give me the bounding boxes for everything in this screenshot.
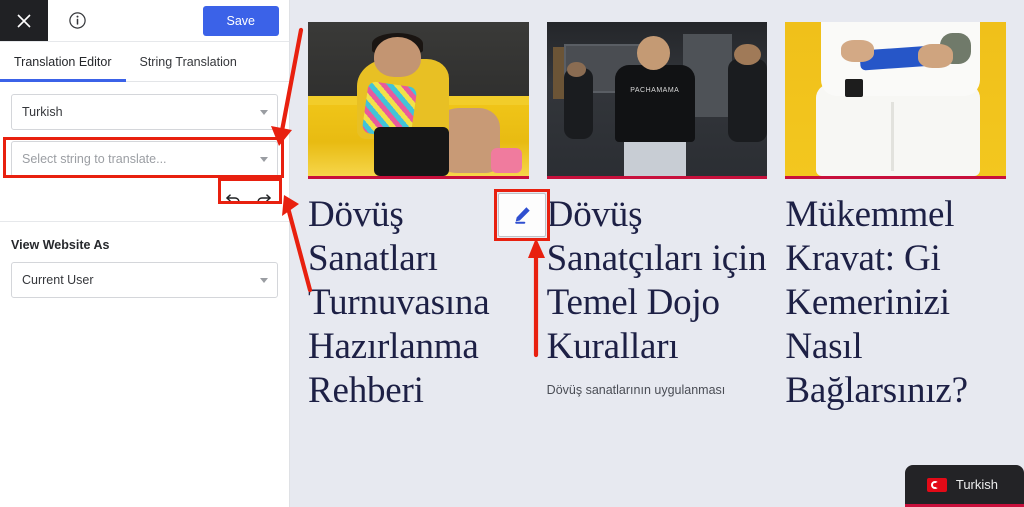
- close-button[interactable]: [0, 0, 48, 41]
- post-title[interactable]: Dövüş Sanatları Turnuvasına Hazırlanma R…: [308, 193, 529, 413]
- language-switcher[interactable]: Turkish: [904, 465, 1024, 507]
- website-preview: Dövüş Sanatları Turnuvasına Hazırlanma R…: [290, 0, 1024, 507]
- tab-translation-editor[interactable]: Translation Editor: [0, 42, 126, 82]
- post-image-1: [308, 22, 529, 179]
- language-switcher-label: Turkish: [955, 477, 998, 492]
- string-select[interactable]: Select string to translate...: [11, 141, 278, 177]
- post-title[interactable]: Dövüş Sanatçıları için Temel Dojo Kurall…: [547, 193, 768, 369]
- view-as-select[interactable]: Current User: [11, 262, 278, 298]
- language-select-value: Turkish: [22, 105, 63, 119]
- post-excerpt: Dövüş sanatlarının uygulanması: [546, 383, 726, 398]
- tshirt-text: PACHAMAMA: [630, 86, 680, 94]
- redo-arrow-icon: [256, 193, 271, 203]
- post-card[interactable]: Mükemmel Kravat: Gi Kemerinizi Nasıl Bağ…: [785, 22, 1007, 507]
- info-button-wrap: [48, 0, 203, 41]
- undo-redo-group: [0, 185, 289, 211]
- post-card-list: Dövüş Sanatları Turnuvasına Hazırlanma R…: [308, 22, 1007, 507]
- save-button[interactable]: Save: [202, 5, 279, 36]
- post-title[interactable]: Mükemmel Kravat: Gi Kemerinizi Nasıl Bağ…: [785, 193, 1006, 413]
- chevron-down-icon: [260, 156, 268, 162]
- undo-arrow-icon: [225, 193, 240, 203]
- translation-sidebar: Save Translation Editor String Translati…: [0, 0, 290, 507]
- translation-editor-app: Save Translation Editor String Translati…: [0, 0, 1024, 507]
- tab-string-translation[interactable]: String Translation: [126, 42, 251, 81]
- close-icon: [17, 13, 31, 28]
- post-image-2: PACHAMAMA: [546, 22, 768, 179]
- redo-button[interactable]: [248, 185, 278, 211]
- string-select-placeholder: Select string to translate...: [22, 152, 167, 166]
- undo-button[interactable]: [218, 185, 248, 211]
- sidebar-body: Turkish Select string to translate...: [0, 82, 289, 177]
- post-card[interactable]: Dövüş Sanatları Turnuvasına Hazırlanma R…: [308, 22, 529, 507]
- language-select[interactable]: Turkish: [11, 94, 278, 130]
- pencil-edit-icon: [515, 207, 530, 224]
- chevron-down-icon: [260, 277, 268, 283]
- chevron-down-icon: [260, 109, 268, 115]
- view-as-wrap: Current User: [0, 262, 289, 298]
- view-website-as-label: View Website As: [11, 238, 110, 252]
- sidebar-tabs: Translation Editor String Translation: [0, 42, 289, 82]
- sidebar-topbar: Save: [0, 0, 289, 42]
- post-image-3: [785, 22, 1007, 179]
- view-as-select-value: Current User: [22, 273, 94, 287]
- edit-pencil-button[interactable]: [498, 193, 546, 237]
- post-card[interactable]: PACHAMAMA Dövüş Sanatçıları için Temel D…: [546, 22, 768, 507]
- turkish-flag-icon: [926, 477, 947, 492]
- info-icon[interactable]: [68, 11, 87, 30]
